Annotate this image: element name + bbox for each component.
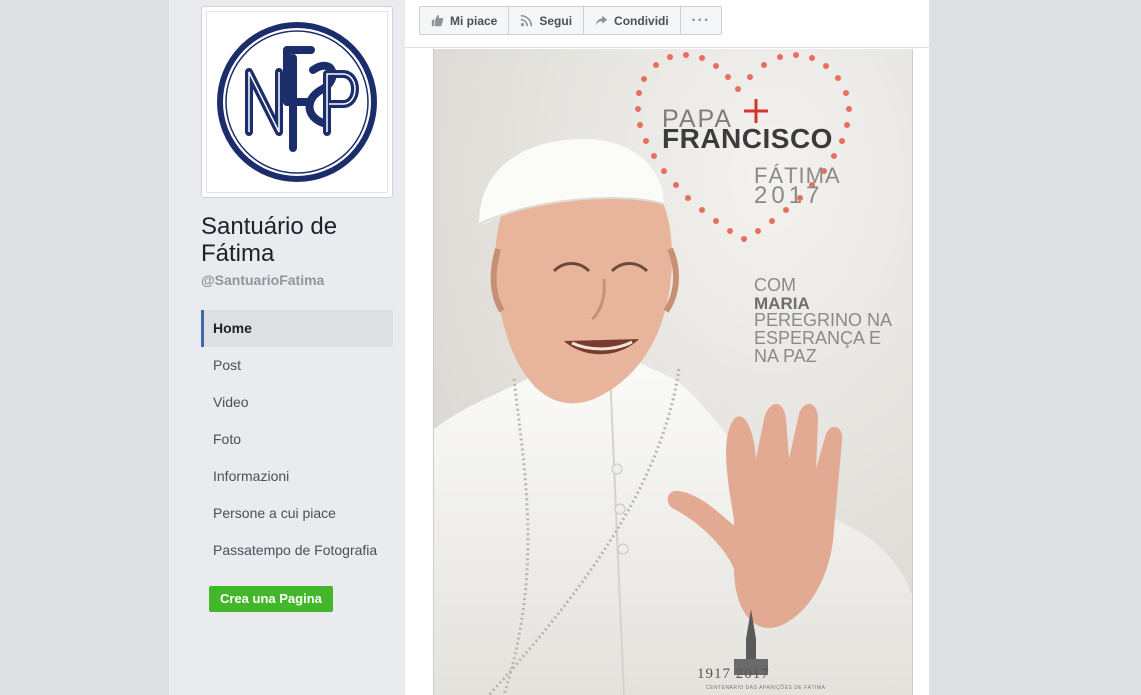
poster-year-text: 2017 xyxy=(754,182,824,209)
create-page-button[interactable]: Crea una Pagina xyxy=(209,586,333,612)
like-button-label: Mi piace xyxy=(450,13,498,28)
thumbs-up-icon xyxy=(431,14,444,27)
nav-item-home[interactable]: Home xyxy=(201,310,393,347)
follow-button[interactable]: Segui xyxy=(509,7,585,34)
poster-centenary-text: 1917 2017 xyxy=(697,666,770,682)
rss-icon xyxy=(521,14,533,27)
poster-francisco-text: FRANCISCO xyxy=(662,123,833,154)
nav-item-foto[interactable]: Foto xyxy=(201,421,393,458)
cover-photo[interactable]: PAPA FRANCISCO FÁTIMA 2017 COM MARIA PER… xyxy=(433,49,913,695)
page-nav: Home Post Video Foto Informazioni Person… xyxy=(201,310,393,569)
nav-item-video[interactable]: Video xyxy=(201,384,393,421)
share-arrow-icon xyxy=(595,15,608,26)
poster-centenary-subtitle: CENTENÁRIO DAS APARIÇÕES DE FÁTIMA xyxy=(706,685,826,691)
ellipsis-icon: ··· xyxy=(691,11,711,29)
sanctuary-monogram-icon xyxy=(217,22,377,182)
nav-item-passatempo-de-fotografia[interactable]: Passatempo de Fotografia xyxy=(201,532,393,569)
nav-item-post[interactable]: Post xyxy=(201,347,393,384)
page-title: Santuário de Fátima xyxy=(201,213,338,267)
poster-com-text: COM xyxy=(754,275,796,295)
more-options-button[interactable]: ··· xyxy=(681,7,721,34)
poster-napaz-text: NA PAZ xyxy=(754,346,817,366)
page-handle[interactable]: @SantuarioFatima xyxy=(201,272,324,288)
right-gutter xyxy=(929,0,1141,695)
share-button-label: Condividi xyxy=(614,13,669,28)
nav-item-persone-a-cui-piace[interactable]: Persone a cui piace xyxy=(201,495,393,532)
profile-picture[interactable] xyxy=(201,6,393,198)
share-button[interactable]: Condividi xyxy=(584,7,681,34)
like-button[interactable]: Mi piace xyxy=(420,7,510,34)
follow-button-label: Segui xyxy=(539,13,573,28)
sanctuary-logo xyxy=(206,11,388,193)
left-gutter xyxy=(0,0,169,695)
action-button-group: Mi piace Segui Condividi ··· xyxy=(419,6,722,35)
nav-item-informazioni[interactable]: Informazioni xyxy=(201,458,393,495)
page-action-bar: Mi piace Segui Condividi ··· xyxy=(405,0,929,48)
